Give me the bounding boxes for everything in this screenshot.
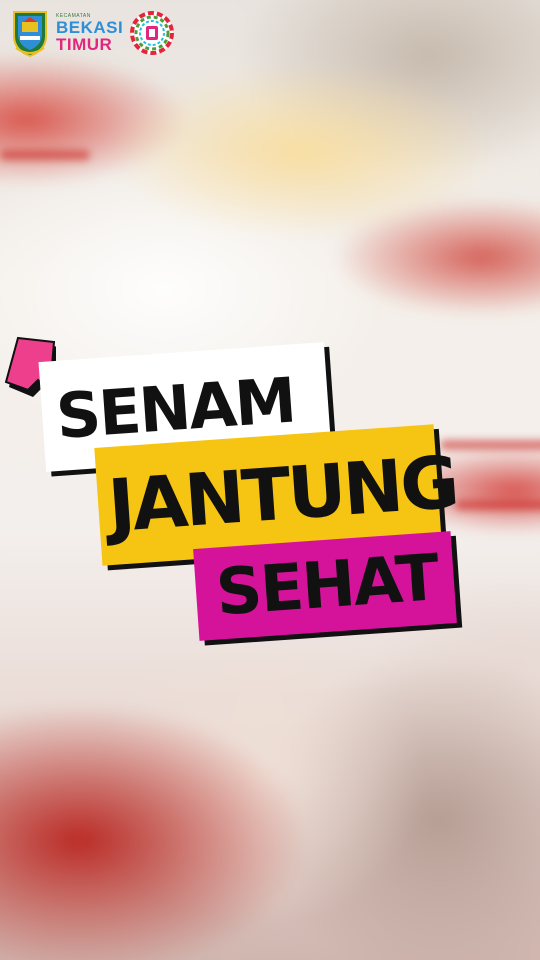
brand-wordmark: KECAMATAN BEKASI TIMUR xyxy=(56,13,124,54)
title-line-sehat-text: SEHAT xyxy=(213,541,440,631)
title-line-jantung-text: JANTUNG xyxy=(105,439,460,549)
logo-bar: KECAMATAN BEKASI TIMUR xyxy=(10,8,175,58)
brand-name-line2: TIMUR xyxy=(56,34,113,54)
red-blur-streak xyxy=(455,500,540,510)
brand-name-line1: BEKASI xyxy=(56,17,124,37)
red-blur-streak xyxy=(0,150,90,160)
colorful-round-badge-icon xyxy=(130,11,175,55)
city-crest-icon xyxy=(13,11,47,58)
title-line-sehat: SEHAT xyxy=(193,531,457,641)
video-frame: KECAMATAN BEKASI TIMUR SENAM JANTUNG SEH… xyxy=(0,0,540,960)
red-blur-streak xyxy=(440,440,540,450)
